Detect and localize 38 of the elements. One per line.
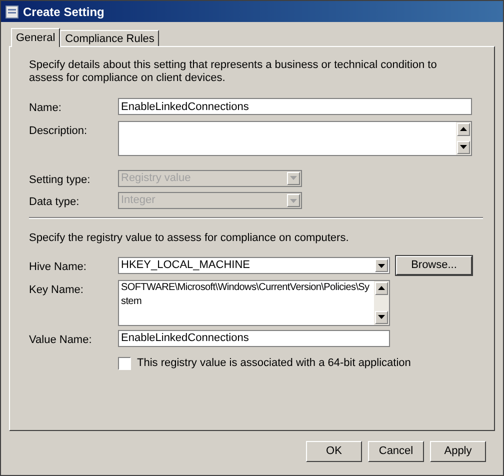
text-area[interactable] xyxy=(118,120,472,156)
window-icon xyxy=(5,4,19,18)
down-arrow-icon xyxy=(378,264,385,268)
field-label: Data type: xyxy=(29,195,80,210)
scroll-down-button[interactable] xyxy=(375,310,388,324)
tab[interactable]: Compliance Rules xyxy=(60,30,160,46)
browse-button[interactable]: Browse... xyxy=(396,256,472,275)
dialog-button[interactable]: Cancel xyxy=(368,441,424,462)
scroll-down-button[interactable] xyxy=(457,140,470,154)
up-arrow-icon xyxy=(378,286,385,290)
down-arrow-icon xyxy=(290,176,297,180)
up-arrow-icon xyxy=(460,127,467,131)
scroll-up-button[interactable] xyxy=(457,122,470,136)
registry-intro-text: Specify the registry value to assess for compliance on computers. xyxy=(29,230,350,246)
dropdown-value: HKEY_LOCAL_MACHINE xyxy=(120,258,251,274)
text-field[interactable]: EnableLinkedConnections xyxy=(118,330,390,346)
field-label: Hive Name: xyxy=(29,260,88,275)
scroll-up-button[interactable] xyxy=(375,282,388,294)
down-arrow-icon xyxy=(290,198,297,202)
checkbox[interactable] xyxy=(118,356,131,370)
dialog-button[interactable]: Apply xyxy=(430,441,486,462)
intro-text: Specify details about this setting that represents a business or technical condition to assess for compliance on client devices. xyxy=(29,59,438,85)
down-arrow-icon xyxy=(378,315,385,319)
dialog-button[interactable]: OK xyxy=(306,441,362,462)
down-arrow-icon xyxy=(460,145,467,149)
checkbox-label: This registry value is associated with a 64-bit application xyxy=(137,356,411,371)
text-field[interactable]: EnableLinkedConnections xyxy=(118,98,472,115)
field-label: Setting type: xyxy=(29,172,92,188)
field-label: Key Name: xyxy=(29,282,84,298)
field-label: Description: xyxy=(29,124,88,138)
tab[interactable]: General xyxy=(11,28,60,47)
text-area-value: SOFTWARE\Microsoft\Windows\CurrentVersion\Policies\System xyxy=(121,280,370,308)
window-title: Create Setting xyxy=(23,4,104,20)
text-area[interactable]: SOFTWARE\Microsoft\Windows\CurrentVersion\Policies\System xyxy=(118,280,390,326)
field-label: Value Name: xyxy=(29,332,93,348)
field-label: Name: xyxy=(29,101,62,116)
scroll-down-button[interactable] xyxy=(375,259,388,272)
dropdown[interactable]: HKEY_LOCAL_MACHINE xyxy=(118,257,390,274)
